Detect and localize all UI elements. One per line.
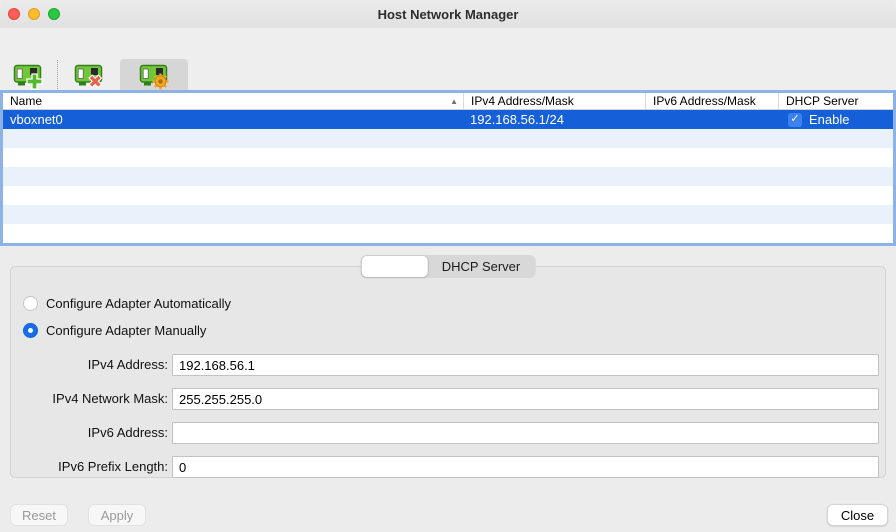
radio-manual-label: Configure Adapter Manually: [46, 323, 206, 338]
cell-name: vboxnet0: [3, 112, 463, 127]
ipv4-mask-input[interactable]: [172, 388, 879, 410]
dhcp-enable-checkbox[interactable]: ✓: [788, 113, 802, 127]
minimize-window-button[interactable]: [28, 8, 40, 20]
radio-unselected-icon: [23, 296, 38, 311]
tab-dhcp-server[interactable]: DHCP Server: [428, 256, 535, 277]
column-header-name[interactable]: Name ▲: [3, 93, 463, 109]
apply-button[interactable]: Apply: [88, 504, 146, 526]
cell-ipv4: 192.168.56.1/24: [463, 112, 645, 127]
radio-auto-label: Configure Adapter Automatically: [46, 296, 231, 311]
toolbar: Create Remove: [0, 28, 896, 90]
ipv6-address-label: IPv6 Address:: [11, 422, 168, 444]
tab-adapter[interactable]: [362, 256, 428, 277]
ipv4-mask-row: IPv4 Network Mask:: [11, 388, 885, 410]
detail-tabs: DHCP Server: [361, 255, 536, 278]
zoom-window-button[interactable]: [48, 8, 60, 20]
ipv6-prefix-input[interactable]: [172, 456, 879, 478]
traffic-lights: [8, 8, 60, 20]
reset-button[interactable]: Reset: [10, 504, 68, 526]
empty-row: [3, 224, 893, 243]
ipv4-mask-label: IPv4 Network Mask:: [11, 388, 168, 410]
column-header-ipv4[interactable]: IPv4 Address/Mask: [463, 93, 645, 109]
adapter-panel: Configure Adapter Automatically Configur…: [10, 266, 886, 478]
window-title: Host Network Manager: [378, 7, 519, 22]
radio-selected-icon: [23, 323, 38, 338]
close-button[interactable]: Close: [827, 504, 888, 526]
ipv4-address-row: IPv4 Address:: [11, 354, 885, 376]
ipv6-address-row: IPv6 Address:: [11, 422, 885, 444]
ipv6-address-input[interactable]: [172, 422, 879, 444]
radio-configure-automatically[interactable]: Configure Adapter Automatically: [23, 295, 231, 311]
cell-dhcp: ✓ Enable: [778, 112, 893, 127]
dhcp-enable-label: Enable: [809, 112, 849, 127]
close-window-button[interactable]: [8, 8, 20, 20]
empty-row: [3, 205, 893, 224]
radio-configure-manually[interactable]: Configure Adapter Manually: [23, 322, 206, 338]
ipv4-address-label: IPv4 Address:: [11, 354, 168, 376]
column-header-dhcp[interactable]: DHCP Server: [778, 93, 893, 109]
table-header: Name ▲ IPv4 Address/Mask IPv6 Address/Ma…: [3, 93, 893, 110]
column-header-ipv6[interactable]: IPv6 Address/Mask: [645, 93, 778, 109]
host-network-manager-window: Host Network Manager Create: [0, 0, 896, 532]
sort-ascending-icon: ▲: [450, 97, 463, 106]
ipv6-prefix-row: IPv6 Prefix Length:: [11, 456, 885, 478]
empty-row: [3, 186, 893, 205]
empty-row: [3, 148, 893, 167]
ipv6-prefix-label: IPv6 Prefix Length:: [11, 456, 168, 478]
empty-row: [3, 167, 893, 186]
host-networks-table: Name ▲ IPv4 Address/Mask IPv6 Address/Ma…: [0, 90, 896, 246]
empty-row: [3, 129, 893, 148]
ipv4-address-input[interactable]: [172, 354, 879, 376]
table-row-vboxnet0[interactable]: vboxnet0 192.168.56.1/24 ✓ Enable: [3, 110, 893, 129]
titlebar: Host Network Manager: [0, 0, 896, 28]
